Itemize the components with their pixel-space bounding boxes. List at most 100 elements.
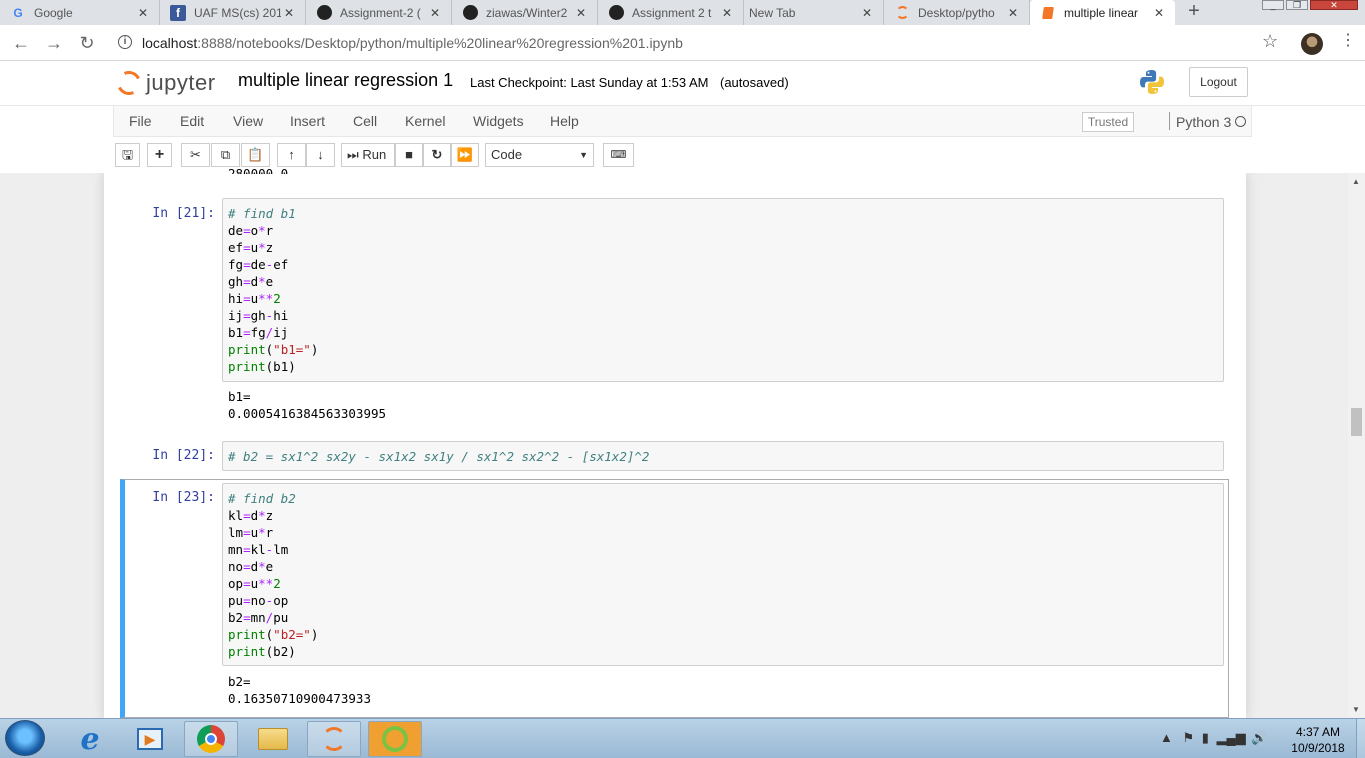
close-tab-icon[interactable]: ✕ <box>427 6 443 20</box>
app-ring-icon[interactable] <box>368 721 422 757</box>
code-token: b2 <box>228 610 244 625</box>
close-tab-icon[interactable]: ✕ <box>1151 6 1167 20</box>
code-editor[interactable]: # find b1 de=o*r ef=u*z fg=de-ef gh=d*e hi=u*… <box>228 205 1218 375</box>
clock-date[interactable]: 10/9/2018 <box>1282 741 1354 755</box>
input-prompt: In [21]: <box>152 206 215 221</box>
code-token: kl <box>228 508 244 523</box>
paste-icon[interactable]: 📋 <box>241 143 270 167</box>
menu-kernel[interactable]: Kernel <box>405 106 445 136</box>
scroll-up-icon[interactable]: ▲ <box>1352 177 1360 186</box>
clock-time[interactable]: 4:37 AM <box>1282 725 1354 739</box>
code-token: u <box>250 525 259 540</box>
menu-cell[interactable]: Cell <box>353 106 377 136</box>
vertical-scrollbar[interactable]: ▲ ▼ <box>1348 173 1365 718</box>
close-tab-icon[interactable]: ✕ <box>281 6 297 20</box>
menu-insert[interactable]: Insert <box>290 106 325 136</box>
move-up-icon[interactable]: ↑ <box>277 143 306 167</box>
code-token: d <box>250 559 259 574</box>
browser-tab[interactable]: ziawas/Winter2 ✕ <box>452 0 598 25</box>
save-icon[interactable]: 🖫 <box>115 143 140 167</box>
code-token: r <box>265 525 274 540</box>
interrupt-icon[interactable]: ■ <box>395 143 423 167</box>
media-player-icon[interactable]: ▶ <box>123 721 177 757</box>
close-tab-icon[interactable]: ✕ <box>859 6 875 20</box>
show-desktop-button[interactable] <box>1356 719 1365 758</box>
internet-explorer-icon[interactable]: e <box>63 721 117 757</box>
move-down-icon[interactable]: ↓ <box>306 143 335 167</box>
browser-tab[interactable]: f UAF MS(cs) 201 ✕ <box>160 0 306 25</box>
jupyter-icon[interactable] <box>307 721 361 757</box>
code-editor[interactable]: # find b2 kl=d*z lm=u*r mn=kl-lm no=d*e op=u*… <box>228 490 1218 660</box>
trusted-badge[interactable]: Trusted <box>1082 112 1134 132</box>
code-cell-input[interactable]: # find b1 de=o*r ef=u*z fg=de-ef gh=d*e hi=u*… <box>222 198 1224 382</box>
code-cell-input[interactable]: # find b2 kl=d*z lm=u*r mn=kl-lm no=d*e op=u*… <box>222 483 1224 666</box>
action-center-icon[interactable]: ⚑ <box>1183 730 1195 745</box>
forward-icon[interactable]: → <box>42 31 66 55</box>
profile-avatar[interactable] <box>1301 33 1323 55</box>
code-token: = <box>243 559 251 574</box>
start-button[interactable] <box>5 720 45 756</box>
menu-edit[interactable]: Edit <box>180 106 204 136</box>
site-info-icon[interactable]: i <box>118 35 132 49</box>
url-field[interactable]: localhost:8888/notebooks/Desktop/python/… <box>142 33 683 53</box>
restart-run-all-icon[interactable]: ⏩ <box>451 143 479 167</box>
back-icon[interactable]: ← <box>9 31 33 55</box>
keyboard-icon[interactable]: ⌨ <box>603 143 634 167</box>
code-line: lm=u*r <box>228 524 1218 541</box>
close-tab-icon[interactable]: ✕ <box>1005 6 1021 20</box>
code-line: b1=fg/ij <box>228 324 1218 341</box>
notebook-title[interactable]: multiple linear regression 1 <box>238 70 453 91</box>
network-icon[interactable]: ▂▄▆ <box>1217 730 1246 745</box>
window-close-icon[interactable]: ✕ <box>1310 0 1358 10</box>
code-token: * <box>258 525 266 540</box>
menu-help[interactable]: Help <box>550 106 579 136</box>
insert-cell-icon[interactable]: + <box>147 143 172 167</box>
restore-icon[interactable]: ❐ <box>1286 0 1308 10</box>
browser-tab[interactable]: G Google ✕ <box>0 0 160 25</box>
show-hidden-icons-icon[interactable]: ▲ <box>1160 730 1173 745</box>
menu-view[interactable]: View <box>233 106 263 136</box>
code-token: * <box>258 274 266 289</box>
cell-type-select[interactable]: Code ▼ <box>485 143 594 167</box>
file-explorer-icon[interactable] <box>246 721 300 757</box>
browser-tab[interactable]: Assignment-2 ( ✕ <box>306 0 452 25</box>
code-token: pu <box>273 610 289 625</box>
new-tab-button[interactable]: + <box>1184 0 1204 25</box>
code-token: = <box>243 610 251 625</box>
scrollbar-thumb[interactable] <box>1351 408 1362 436</box>
battery-icon[interactable]: ▮ <box>1202 730 1209 745</box>
code-editor[interactable]: # b2 = sx1^2 sx2y - sx1x2 sx1y / sx1^2 s… <box>228 448 1218 465</box>
menu-widgets[interactable]: Widgets <box>473 106 524 136</box>
code-cell-input[interactable]: # b2 = sx1^2 sx2y - sx1x2 sx1y / sx1^2 s… <box>222 441 1224 471</box>
bookmark-star-icon[interactable]: ☆ <box>1262 31 1278 52</box>
browser-tab[interactable]: Assignment 2 t ✕ <box>598 0 744 25</box>
jupyter-logo[interactable]: jupyter <box>113 67 216 99</box>
jupyter-icon <box>894 5 910 21</box>
run-button[interactable]: ⏭ Run <box>341 143 395 167</box>
browser-menu-icon[interactable]: ⋮ <box>1340 32 1356 50</box>
code-token: print <box>228 342 266 357</box>
volume-icon[interactable]: 🔊 <box>1251 730 1267 745</box>
copy-icon[interactable]: ⧉ <box>211 143 240 167</box>
code-token: kl <box>250 542 266 557</box>
chrome-icon[interactable] <box>184 721 238 757</box>
scroll-down-icon[interactable]: ▼ <box>1352 705 1360 714</box>
browser-tab[interactable]: Desktop/pytho ✕ <box>884 0 1030 25</box>
logout-button[interactable]: Logout <box>1189 67 1248 97</box>
code-token: z <box>265 240 274 255</box>
close-tab-icon[interactable]: ✕ <box>573 6 589 20</box>
browser-tab-active[interactable]: multiple linear ✕ <box>1030 0 1175 25</box>
code-token: ij <box>228 308 244 323</box>
reload-icon[interactable]: ↻ <box>75 31 99 55</box>
code-token: fg <box>228 257 244 272</box>
minimize-icon[interactable]: _ <box>1262 0 1284 10</box>
google-icon: G <box>13 5 23 20</box>
close-tab-icon[interactable]: ✕ <box>135 6 151 20</box>
menu-file[interactable]: File <box>129 106 152 136</box>
cut-icon[interactable]: ✂ <box>181 143 210 167</box>
code-line: print(b2) <box>228 643 1218 660</box>
restart-icon[interactable]: ↻ <box>423 143 451 167</box>
close-tab-icon[interactable]: ✕ <box>719 6 735 20</box>
browser-tab[interactable]: New Tab ✕ <box>744 0 884 25</box>
code-token: r <box>265 223 274 238</box>
